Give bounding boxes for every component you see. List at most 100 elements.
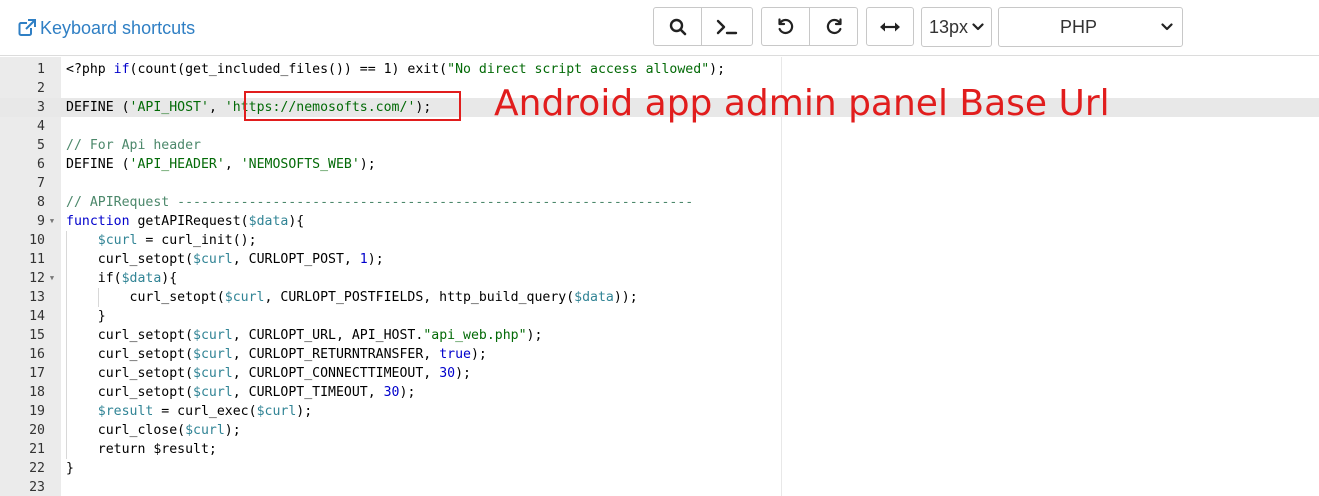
line-number: 2 (37, 81, 45, 96)
fold-arrow-icon[interactable]: ▼ (48, 269, 56, 288)
code-token: curl_setopt( (66, 252, 194, 267)
code-token: ); (367, 252, 384, 267)
keyboard-shortcuts-label: Keyboard shortcuts (40, 17, 196, 38)
code-text: curl_setopt($curl, CURLOPT_URL, API_HOST… (66, 326, 543, 345)
code-line[interactable]: 11 curl_setopt($curl, CURLOPT_POST, 1); (0, 250, 1319, 269)
code-text: } (66, 307, 106, 326)
code-line[interactable]: 10 $curl = curl_init(); (0, 231, 1319, 250)
undo-button[interactable] (761, 7, 810, 46)
search-button[interactable] (653, 7, 702, 46)
toggle-wrap-button[interactable] (866, 7, 914, 46)
code-token: 'API_HOST' (129, 100, 209, 115)
code-line[interactable]: 15 curl_setopt($curl, CURLOPT_URL, API_H… (0, 326, 1319, 345)
code-line[interactable]: 16 curl_setopt($curl, CURLOPT_RETURNTRAN… (0, 345, 1319, 364)
code-line[interactable]: 12 ▼ if($data){ (0, 269, 1319, 288)
code-text: return $result; (66, 440, 217, 459)
chevron-down-icon (972, 23, 984, 31)
code-token: , CURLOPT_CONNECTTIMEOUT, (232, 366, 440, 381)
code-token: ); (709, 62, 726, 77)
code-token: ); (526, 328, 543, 343)
code-token: curl_setopt( (66, 385, 194, 400)
code-text: curl_close($curl); (66, 421, 241, 440)
code-line[interactable]: 21 return $result; (0, 440, 1319, 459)
language-select[interactable]: PHP (998, 7, 1183, 47)
code-line[interactable]: 14 } (0, 307, 1319, 326)
code-token: 30 (383, 385, 400, 400)
line-number: 20 (29, 423, 45, 438)
code-line[interactable]: 9 ▼ function getAPIRequest($data){ (0, 212, 1319, 231)
code-line[interactable]: 17 curl_setopt($curl, CURLOPT_CONNECTTIM… (0, 364, 1319, 383)
code-token: 30 (439, 366, 456, 381)
code-token: function (66, 214, 130, 229)
command-button[interactable] (701, 7, 753, 46)
code-line[interactable]: 18 curl_setopt($curl, CURLOPT_TIMEOUT, 3… (0, 383, 1319, 402)
code-token: true (439, 347, 471, 362)
code-token: $curl (97, 233, 138, 248)
code-token: curl_setopt( (66, 328, 194, 343)
code-token: ); (224, 423, 241, 438)
code-text: curl_setopt($curl, CURLOPT_RETURNTRANSFE… (66, 345, 487, 364)
line-number: 11 (29, 252, 45, 267)
code-text: $result = curl_exec($curl); (66, 402, 312, 421)
code-token: , CURLOPT_TIMEOUT, (232, 385, 384, 400)
code-token: $curl (193, 252, 233, 267)
annotation-highlight-box (244, 91, 461, 121)
code-line[interactable]: 7 (0, 174, 1319, 193)
code-token: )); (613, 290, 638, 305)
code-line[interactable]: 5 // For Api header (0, 136, 1319, 155)
code-token: // APIRequest --------------------------… (66, 195, 694, 210)
code-token: ); (470, 347, 487, 362)
code-token: $curl (185, 423, 225, 438)
keyboard-shortcuts-link[interactable]: Keyboard shortcuts (18, 16, 195, 40)
code-token: $data (121, 271, 162, 286)
redo-button[interactable] (809, 7, 858, 46)
code-token: $curl (224, 290, 265, 305)
code-token: $curl (193, 328, 233, 343)
code-text: if($data){ (66, 269, 177, 288)
code-token: , CURLOPT_POSTFIELDS, http_build_query( (264, 290, 575, 305)
code-line[interactable]: 19 $result = curl_exec($curl); (0, 402, 1319, 421)
font-size-value: 13px (929, 16, 969, 37)
code-token: ){ (161, 271, 178, 286)
code-line[interactable]: 1 <?php if(count(get_included_files()) ==… (0, 60, 1319, 79)
terminal-icon (716, 19, 738, 34)
line-number: 17 (29, 366, 45, 381)
code-text: DEFINE ('API_HEADER', 'NEMOSOFTS_WEB'); (66, 155, 376, 174)
fold-arrow-icon[interactable]: ▼ (48, 212, 56, 231)
code-token: , CURLOPT_URL, API_HOST. (232, 328, 424, 343)
chevron-down-icon (1161, 23, 1173, 31)
code-token: // For Api header (66, 138, 201, 153)
code-token: "api_web.php" (423, 328, 527, 343)
code-token: , (224, 157, 241, 172)
code-token: curl_setopt( (66, 290, 225, 305)
code-line[interactable]: 23 (0, 478, 1319, 496)
code-token: $curl (193, 385, 233, 400)
code-token: $curl (193, 366, 233, 381)
code-text: <?php if(count(get_included_files()) == … (66, 60, 725, 79)
line-number: 19 (29, 404, 45, 419)
code-line[interactable]: 13 curl_setopt($curl, CURLOPT_POSTFIELDS… (0, 288, 1319, 307)
code-line[interactable]: 20 curl_close($curl); (0, 421, 1319, 440)
code-text: // For Api header (66, 136, 201, 155)
annotation-label: Android app admin panel Base Url (494, 83, 1110, 124)
font-size-select[interactable]: 13px (921, 7, 992, 47)
line-number: 22 (29, 461, 45, 476)
code-token: } (66, 309, 106, 324)
code-token: = curl_init(); (137, 233, 257, 248)
code-line[interactable]: 6 DEFINE ('API_HEADER', 'NEMOSOFTS_WEB'); (0, 155, 1319, 174)
code-token: ); (399, 385, 416, 400)
language-value: PHP (1059, 16, 1097, 37)
code-text: curl_setopt($curl, CURLOPT_POSTFIELDS, h… (66, 288, 638, 307)
code-token: ); (455, 366, 471, 381)
code-token: , CURLOPT_POST, (232, 252, 360, 267)
code-line[interactable]: 8 // APIRequest -------------------------… (0, 193, 1319, 212)
code-token: <?php (66, 62, 114, 77)
code-token: $data (248, 214, 289, 229)
line-number: 18 (29, 385, 45, 400)
arrows-horizontal-icon (880, 22, 900, 31)
code-line[interactable]: 22} (0, 459, 1319, 478)
code-text: curl_setopt($curl, CURLOPT_POST, 1); (66, 250, 384, 269)
redo-icon (826, 17, 842, 34)
line-number: 15 (29, 328, 45, 343)
